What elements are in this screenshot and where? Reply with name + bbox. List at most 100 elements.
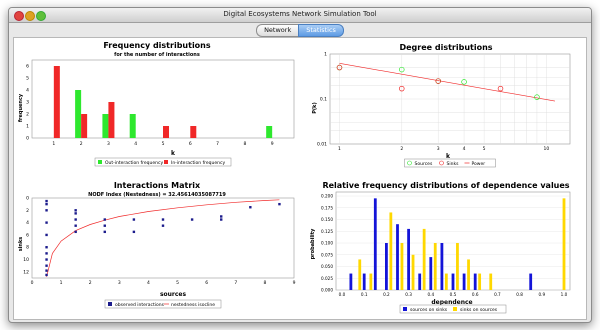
degree-xtick: 3	[437, 146, 440, 152]
dependence-ytick: 0.150	[321, 217, 333, 222]
dependence-ylabel: probability	[310, 228, 316, 260]
frequency-ytick: 5	[26, 76, 29, 82]
matrix-point	[45, 202, 48, 206]
frequency-legend-swatch	[98, 160, 102, 164]
matrix-point	[220, 215, 223, 218]
matrix-xtick: 3	[118, 280, 121, 286]
matrix-point	[132, 230, 136, 234]
matrix-xlabel: sources	[160, 291, 187, 298]
matrix-ytick: 6	[26, 232, 29, 238]
matrix-legend-label: nestedness isocline	[171, 302, 215, 308]
frequency-xtick: 8	[243, 141, 246, 147]
matrix-ytick: 0	[26, 196, 29, 202]
matrix-ytick: 10	[23, 257, 29, 263]
dependence-ytick: 0.100	[321, 241, 333, 246]
dependence-legend-label: sinks on sources	[460, 307, 498, 313]
degree-xtick: 2	[400, 146, 403, 152]
frequency-bar	[129, 114, 136, 138]
dependence-bar	[407, 228, 410, 290]
frequency-title: Frequency distributions	[103, 41, 211, 50]
dependence-title: Relative frequency distributions of depe…	[322, 181, 569, 190]
matrix-point	[74, 212, 77, 215]
frequency-bar	[266, 126, 273, 138]
tab-statistics[interactable]: Statistics	[298, 24, 344, 37]
frequency-chart: Frequency distributions for the number o…	[18, 41, 295, 167]
matrix-xtick: 9	[293, 280, 296, 286]
frequency-bar	[53, 66, 60, 138]
matrix-point	[45, 264, 48, 267]
matrix-point	[45, 199, 48, 203]
dependence-chart: Relative frequency distributions of depe…	[310, 181, 571, 314]
dependence-bar	[349, 273, 353, 290]
matrix-xtick: 1	[60, 280, 63, 286]
matrix-xtick: 8	[263, 280, 266, 286]
matrix-chart: Interactions Matrix NODF Index (Nestedne…	[18, 181, 296, 309]
degree-ytick: 0.1	[320, 97, 327, 103]
dependence-xtick: 0.2	[383, 292, 390, 297]
frequency-xtick: 7	[216, 141, 219, 147]
charts-canvas: Frequency distributions for the number o…	[18, 41, 571, 314]
dependence-legend-swatch	[453, 307, 457, 311]
matrix-xtick: 0	[31, 280, 34, 286]
dependence-xtick: 0.3	[405, 292, 412, 297]
dependence-xtick: 0.7	[494, 292, 501, 297]
dependence-legend-label: sources on sinks	[410, 307, 448, 313]
frequency-ytick: 4	[26, 88, 29, 94]
dependence-bar	[362, 273, 366, 290]
degree-legend-label: Sources	[415, 161, 433, 167]
dependence-ytick: 0.025	[321, 276, 333, 281]
matrix-point	[45, 258, 48, 261]
frequency-bar	[75, 90, 82, 138]
matrix-ytick: 2	[26, 208, 29, 214]
matrix-point	[45, 269, 48, 272]
dependence-bar	[529, 273, 533, 290]
frequency-bar	[102, 114, 109, 138]
dependence-ytick: 0.050	[321, 264, 333, 269]
app-window: Digital Ecosystems Network Simulation To…	[8, 7, 592, 323]
frequency-legend-swatch	[164, 160, 168, 164]
matrix-point	[45, 246, 48, 249]
dependence-xtick: 0.9	[538, 292, 545, 297]
tab-network[interactable]: Network	[256, 24, 299, 37]
frequency-legend-label: Out-interaction frequency	[105, 160, 163, 166]
frequency-xtick: 6	[189, 141, 192, 147]
dependence-bar	[562, 198, 566, 290]
matrix-point	[45, 209, 48, 212]
matrix-point	[161, 224, 165, 227]
dependence-bar	[456, 243, 459, 290]
dependence-bar	[478, 273, 482, 290]
dependence-bar	[396, 224, 399, 290]
dependence-bar	[462, 273, 466, 290]
matrix-point	[103, 224, 106, 227]
frequency-bar	[190, 126, 197, 138]
matrix-point	[103, 218, 106, 221]
dependence-bar	[385, 243, 388, 290]
matrix-ylabel: sinks	[18, 237, 24, 252]
matrix-xtick: 5	[176, 280, 179, 286]
matrix-point	[190, 218, 194, 221]
matrix-ytick: 8	[26, 245, 29, 251]
matrix-point	[45, 273, 48, 277]
degree-title: Degree distributions	[399, 43, 492, 52]
frequency-subtitle: for the number of interactions	[114, 52, 200, 58]
dependence-ytick: 0.200	[321, 194, 333, 199]
matrix-ytick: 4	[26, 220, 29, 226]
degree-chart: Degree distributions P(k) k 1 2 3 4 5 1010.10…	[312, 43, 571, 168]
matrix-ytick: 12	[23, 269, 29, 275]
dependence-xtick: 0.5	[450, 292, 457, 297]
dependence-bar	[440, 243, 444, 290]
matrix-point	[74, 224, 77, 227]
window-title: Digital Ecosystems Network Simulation To…	[223, 10, 377, 18]
matrix-title: Interactions Matrix	[114, 181, 201, 190]
matrix-point	[74, 230, 77, 234]
matrix-legend-label: observed interactions	[115, 302, 165, 308]
degree-xtick: 10	[544, 146, 550, 152]
dependence-xtick: 0.8	[516, 292, 523, 297]
dependence-ytick: 0.175	[321, 205, 333, 210]
dependence-bar	[358, 259, 362, 290]
frequency-bar	[163, 126, 170, 138]
dependence-xtick: 1.0	[561, 292, 568, 297]
frequency-ytick: 0	[26, 136, 29, 142]
degree-legend-label: Power	[472, 161, 486, 167]
frequency-bar	[81, 114, 88, 138]
